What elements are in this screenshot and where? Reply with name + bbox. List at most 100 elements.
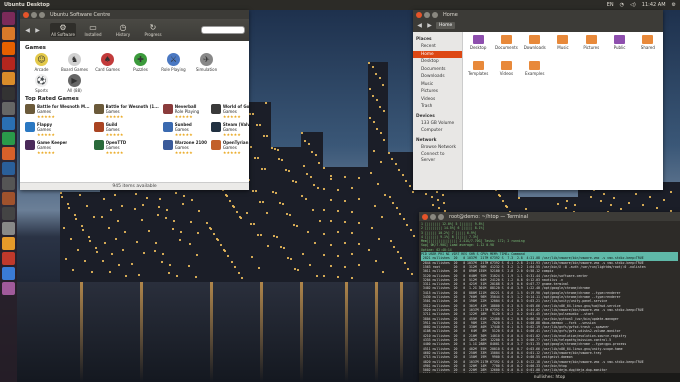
back-arrow-icon[interactable]: ◀	[416, 22, 423, 29]
minimize-icon[interactable]	[31, 11, 37, 18]
category-card-games[interactable]: ♠ Card Games	[91, 53, 124, 72]
app-item[interactable]: Guild Games ★★★★★	[93, 122, 159, 137]
category-arcade[interactable]: ☺ Arcade	[25, 53, 58, 72]
window-titlebar[interactable]: root@demo: ~/htop — Terminal	[419, 212, 680, 221]
sidebar-item-videos[interactable]: Videos	[413, 96, 462, 104]
places-sidebar: Places Recent Home Desktop Documents Download…	[413, 32, 463, 190]
browser-icon[interactable]	[2, 252, 15, 265]
firefox-icon[interactable]	[2, 42, 15, 55]
workspace-icon[interactable]	[2, 222, 15, 235]
folder-pictures[interactable]: Pictures	[578, 35, 604, 59]
app-item[interactable]: Neverball Role Playing ★★★★★	[162, 104, 207, 119]
app-item[interactable]: Battle for Wesnoth (1... Games ★★★★★	[93, 104, 159, 119]
folder-downloads[interactable]: Downloads	[522, 35, 548, 59]
category-sports[interactable]: ⚽ Sports	[25, 74, 58, 93]
forward-arrow-icon[interactable]: ▶	[426, 22, 433, 29]
gear-icon[interactable]: ⚙	[672, 2, 676, 8]
light-reflection	[80, 282, 83, 382]
sidebar-item-133-gb-volume[interactable]: 133 GB Volume	[413, 120, 462, 128]
folder-templates[interactable]: Templates	[465, 61, 491, 85]
app-item[interactable]: Game Keeper Games ★★★★★	[25, 140, 90, 155]
sidebar-item-music[interactable]: Music	[413, 81, 462, 89]
sidebar-item-desktop[interactable]: Desktop	[413, 58, 462, 66]
minimize-icon[interactable]	[424, 11, 430, 18]
category-all-[interactable]: ▶ All (88)	[58, 74, 91, 93]
close-icon[interactable]	[23, 11, 29, 18]
maximize-icon[interactable]	[432, 11, 438, 18]
sidebar-item-home[interactable]: Home	[413, 50, 462, 58]
category-puzzles[interactable]: ✚ Puzzles	[124, 53, 157, 72]
settings-icon[interactable]	[2, 102, 15, 115]
volume-icon[interactable]: ◁)	[630, 2, 636, 8]
folder-videos[interactable]: Videos	[493, 61, 519, 85]
app-item[interactable]: Battle for Wesnoth M... Games ★★★★★	[25, 104, 90, 119]
sidebar-item-downloads[interactable]: Downloads	[413, 73, 462, 81]
app-item[interactable]: OpenTyrian 2Games★★★★★	[210, 140, 249, 155]
folder-music[interactable]: Music	[550, 35, 576, 59]
clock[interactable]: 11:42 AM	[642, 2, 666, 8]
search-input[interactable]	[201, 26, 245, 34]
download-icon[interactable]	[2, 162, 15, 175]
app-item[interactable]: World of GooGames★★★★★	[210, 104, 249, 119]
terminal-tab[interactable]: nullishes: htop	[419, 373, 680, 382]
terminal-icon[interactable]	[2, 87, 15, 100]
window-light	[330, 265, 332, 267]
sidebar-item-browse-network[interactable]: Browse Network	[413, 144, 462, 152]
folder-examples[interactable]: Examples	[522, 61, 548, 85]
app-item[interactable]: OpenTTD Games ★★★★★	[93, 140, 159, 155]
app-item[interactable]: Sunbed Games ★★★★★	[162, 122, 207, 137]
trash-icon[interactable]	[2, 282, 15, 295]
keyboard-indicator[interactable]: EN	[607, 2, 614, 8]
dash-icon[interactable]	[2, 12, 15, 25]
writer-icon[interactable]	[2, 117, 15, 130]
folder-public[interactable]: Public	[606, 35, 632, 59]
tab-history[interactable]: ◷ History	[110, 23, 136, 37]
maximize-icon[interactable]	[438, 213, 444, 220]
sidebar-item-recent[interactable]: Recent	[413, 43, 462, 51]
app-item[interactable]: Steam (Valve Launcher)Games★★★★★	[210, 122, 249, 137]
sidebar-item-connect-to-server[interactable]: Connect to Server	[413, 151, 462, 164]
terminal-output[interactable]: 1 [||||||| 12.0%] 5 [|||||| 9.8%] 2 [||||…	[419, 221, 680, 373]
files-icon[interactable]	[2, 27, 15, 40]
category-role-playing[interactable]: ⚔ Role Playing	[157, 53, 190, 72]
window-titlebar[interactable]: Ubuntu Software Centre	[20, 10, 249, 19]
editor-icon[interactable]	[2, 207, 15, 220]
calc-icon[interactable]	[2, 132, 15, 145]
window-light	[292, 180, 294, 182]
tab-progress[interactable]: ↻ Progress	[140, 23, 166, 37]
sidebar-item-pictures[interactable]: Pictures	[413, 88, 462, 96]
folder-desktop[interactable]: Desktop	[465, 35, 491, 59]
folder-shared[interactable]: Shared	[635, 35, 661, 59]
app-item[interactable]: Flappy Games ★★★★★	[25, 122, 90, 137]
sidebar-item-computer[interactable]: Computer	[413, 127, 462, 135]
window-titlebar[interactable]: Home	[413, 10, 663, 19]
window-light	[649, 196, 651, 198]
back-arrow-icon[interactable]: ◀	[24, 27, 31, 34]
window-light	[620, 208, 622, 210]
chrome-icon[interactable]	[2, 267, 15, 280]
impress-icon[interactable]	[2, 147, 15, 160]
category-simulation[interactable]: ✈ Simulation	[190, 53, 223, 72]
folder-documents[interactable]: Documents	[493, 35, 519, 59]
maximize-icon[interactable]	[39, 11, 45, 18]
forward-arrow-icon[interactable]: ▶	[34, 27, 41, 34]
window-light	[613, 197, 615, 199]
vm-icon[interactable]	[2, 177, 15, 190]
app-item[interactable]: Warzone 2100 Games ★★★★★	[162, 140, 207, 155]
filezilla-icon[interactable]	[2, 57, 15, 70]
sidebar-item-trash[interactable]: Trash	[413, 103, 462, 111]
close-icon[interactable]	[422, 213, 428, 220]
sidebar-item-documents[interactable]: Documents	[413, 66, 462, 74]
software-center-icon[interactable]	[2, 72, 15, 85]
app-icon[interactable]	[2, 192, 15, 205]
wifi-icon[interactable]: ◔	[620, 2, 624, 8]
category-board-games[interactable]: ♞ Board Games	[58, 53, 91, 72]
folder-label: Documents	[495, 45, 518, 50]
breadcrumb-home[interactable]: Home	[436, 22, 456, 29]
tab-all-software[interactable]: ⚙ All Software	[50, 23, 76, 37]
window-light	[101, 216, 103, 218]
close-icon[interactable]	[416, 11, 422, 18]
minimize-icon[interactable]	[430, 213, 436, 220]
tab-installed[interactable]: ▭ Installed	[80, 23, 106, 37]
amazon-icon[interactable]	[2, 237, 15, 250]
